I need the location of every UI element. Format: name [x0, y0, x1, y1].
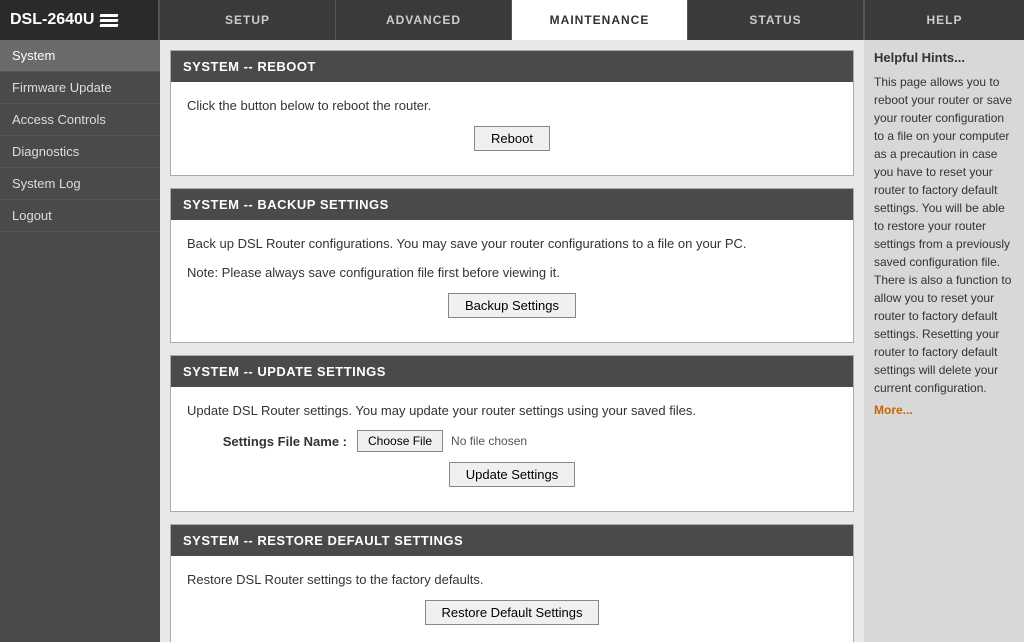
restore-button[interactable]: Restore Default Settings	[425, 600, 600, 625]
update-section: SYSTEM -- UPDATE SETTINGS Update DSL Rou…	[170, 355, 854, 513]
help-text: This page allows you to reboot your rout…	[874, 73, 1014, 397]
help-panel: Helpful Hints... This page allows you to…	[864, 40, 1024, 642]
sidebar: System Firmware Update Access Controls D…	[0, 40, 160, 642]
more-link[interactable]: More...	[874, 403, 913, 417]
sidebar-item-firmware-update[interactable]: Firmware Update	[0, 72, 160, 104]
logo-text: DSL-2640U	[10, 11, 94, 29]
reboot-section: SYSTEM -- REBOOT Click the button below …	[170, 50, 854, 176]
no-file-text: No file chosen	[451, 434, 527, 448]
logo-decoration	[100, 14, 118, 27]
reboot-section-title: SYSTEM -- REBOOT	[171, 51, 853, 82]
sidebar-item-system-log[interactable]: System Log	[0, 168, 160, 200]
backup-note: Note: Please always save configuration f…	[187, 263, 837, 283]
nav-setup[interactable]: SETUP	[160, 0, 336, 40]
backup-button[interactable]: Backup Settings	[448, 293, 576, 318]
reboot-button[interactable]: Reboot	[474, 126, 550, 151]
backup-description: Back up DSL Router configurations. You m…	[187, 234, 837, 254]
restore-section: SYSTEM -- RESTORE DEFAULT SETTINGS Resto…	[170, 524, 854, 642]
backup-section: SYSTEM -- BACKUP SETTINGS Back up DSL Ro…	[170, 188, 854, 343]
restore-description: Restore DSL Router settings to the facto…	[187, 570, 837, 590]
settings-file-row: Settings File Name : Choose File No file…	[187, 430, 837, 452]
sidebar-item-logout[interactable]: Logout	[0, 200, 160, 232]
reboot-description: Click the button below to reboot the rou…	[187, 96, 837, 116]
choose-file-button[interactable]: Choose File	[357, 430, 443, 452]
logo: DSL-2640U	[0, 0, 160, 40]
nav-status[interactable]: STATUS	[688, 0, 864, 40]
nav-maintenance[interactable]: MAINTENANCE	[512, 0, 688, 40]
update-section-title: SYSTEM -- UPDATE SETTINGS	[171, 356, 853, 387]
sidebar-item-access-controls[interactable]: Access Controls	[0, 104, 160, 136]
sidebar-item-diagnostics[interactable]: Diagnostics	[0, 136, 160, 168]
nav-help[interactable]: HELP	[864, 0, 1024, 40]
update-settings-button[interactable]: Update Settings	[449, 462, 576, 487]
main-content: SYSTEM -- REBOOT Click the button below …	[160, 40, 864, 642]
backup-section-title: SYSTEM -- BACKUP SETTINGS	[171, 189, 853, 220]
sidebar-item-system[interactable]: System	[0, 40, 160, 72]
help-title: Helpful Hints...	[874, 50, 1014, 65]
nav-advanced[interactable]: ADVANCED	[336, 0, 512, 40]
update-description: Update DSL Router settings. You may upda…	[187, 401, 837, 421]
restore-section-title: SYSTEM -- RESTORE DEFAULT SETTINGS	[171, 525, 853, 556]
main-nav: SETUP ADVANCED MAINTENANCE STATUS	[160, 0, 864, 40]
settings-file-label: Settings File Name :	[187, 434, 347, 449]
